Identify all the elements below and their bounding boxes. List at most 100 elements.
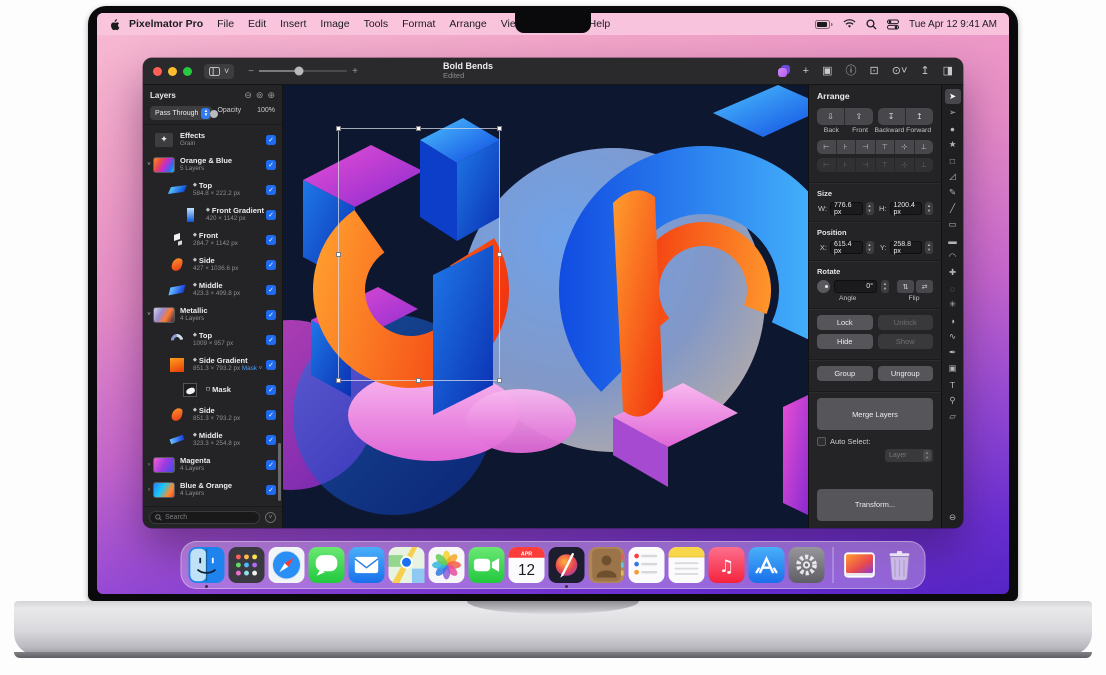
align-bottom-icon[interactable]: ⊥ [915, 140, 934, 154]
flip-vertical-button[interactable]: ⇅ [897, 280, 914, 293]
wifi-icon[interactable] [843, 19, 856, 29]
selection-handle[interactable] [336, 126, 341, 131]
y-field[interactable]: 258.8 px [889, 241, 922, 255]
zoom-knob[interactable] [294, 66, 304, 76]
minimize-button[interactable] [168, 66, 177, 76]
dock-icon-notes[interactable] [668, 547, 705, 583]
menu-item-edit[interactable]: Edit [248, 18, 266, 30]
more-options-icon[interactable]: ⊙˅ [892, 65, 908, 77]
layer-row-front-gradient[interactable]: ◆ Front Gradient 420 × 1142 px ✓ [143, 202, 282, 227]
dock-icon-photos[interactable] [428, 547, 465, 583]
add-button[interactable]: + [803, 65, 809, 77]
close-button[interactable] [153, 66, 162, 76]
bring-forward-button[interactable]: ↥ [906, 108, 933, 125]
smudge-tool-icon[interactable]: ∿ [945, 329, 961, 344]
auto-select-checkbox[interactable] [817, 437, 826, 447]
battery-icon[interactable] [814, 19, 833, 29]
dock-icon-messages[interactable] [308, 547, 345, 583]
layer-visibility-checkbox[interactable]: ✓ [266, 159, 276, 170]
remove-layer-icon[interactable]: ⊖ [244, 90, 252, 101]
crop-tool-icon[interactable]: ▱ [945, 409, 961, 424]
view-options-button[interactable]: ˅ [204, 63, 235, 79]
dock-icon-reminders[interactable] [628, 547, 665, 583]
add-layer-icon[interactable]: ⊕ [267, 90, 275, 101]
zoom-out-icon[interactable]: − [248, 66, 254, 77]
shapes-tool-icon[interactable]: ★ [945, 137, 961, 152]
dock-icon-mail[interactable] [348, 547, 385, 583]
disclosure-chevron-icon[interactable]: › [145, 487, 153, 493]
dock-icon-music[interactable]: ♫ [708, 547, 745, 583]
selection-bounds[interactable] [336, 126, 502, 383]
layer-row-top[interactable]: ◆ Top 1009 × 957 px ✓ [143, 327, 282, 352]
layer-visibility-checkbox[interactable]: ✓ [266, 184, 276, 195]
flip-horizontal-button[interactable]: ⇄ [916, 280, 933, 293]
ungroup-button[interactable]: Ungroup [877, 366, 933, 381]
layer-row-middle[interactable]: ◆ Middle 323.3 × 254.8 px ✓ [143, 427, 282, 452]
quick-select-tool-icon[interactable]: ● [945, 121, 961, 136]
layer-visibility-checkbox[interactable]: ✓ [266, 434, 276, 445]
erase-tool-icon[interactable]: ▬ [945, 233, 961, 248]
disclosure-chevron-icon[interactable]: ˅ [145, 312, 153, 318]
selection-handle[interactable] [336, 251, 341, 257]
menu-item-format[interactable]: Format [402, 18, 435, 30]
dock-icon-launchpad[interactable] [228, 547, 265, 583]
transform-button[interactable]: Transform... [817, 488, 933, 521]
color-well-icon[interactable] [777, 65, 790, 77]
select-arrow-tool-icon[interactable]: ➢ [945, 105, 961, 120]
dodge-tool-icon[interactable]: ◑ [945, 313, 961, 328]
type-tool-icon[interactable]: T [945, 377, 961, 392]
selection-handle[interactable] [416, 126, 421, 131]
menu-item-file[interactable]: File [217, 18, 234, 30]
angle-stepper[interactable]: ▲ ▼ [881, 280, 889, 293]
width-field[interactable]: 776.6 px [830, 202, 863, 216]
layer-row-metallic[interactable]: ˅ Metallic 4 Layers ✓ [143, 302, 282, 327]
menu-app-name[interactable]: Pixelmator Pro [129, 18, 203, 30]
layer-row-middle[interactable]: ◆ Middle 423.3 × 499.8 px ✓ [143, 277, 282, 302]
dock-icon-trash[interactable] [882, 547, 918, 583]
layer-row-side-gradient[interactable]: ◆ Side Gradient 851.3 × 793.2 px Mask ˅ ✓ [143, 352, 282, 377]
layer-row-front[interactable]: ◆ Front 284.7 × 1142 px ✓ [143, 227, 282, 252]
layer-visibility-checkbox[interactable]: ✓ [266, 284, 276, 295]
selection-handle[interactable] [416, 378, 421, 383]
disclosure-chevron-icon[interactable]: ˅ [145, 162, 153, 168]
menu-item-insert[interactable]: Insert [280, 18, 306, 30]
sidebar-toggle-icon[interactable]: ◨ [943, 65, 953, 77]
zoom-in-icon[interactable]: + [352, 66, 358, 77]
y-stepper[interactable]: ▲ ▼ [925, 241, 933, 254]
share-icon[interactable]: ↥ [920, 65, 929, 77]
duplicate-tool-icon[interactable]: ▣ [945, 361, 961, 376]
selection-handle[interactable] [336, 378, 341, 383]
lock-button[interactable]: Lock [817, 315, 873, 330]
crop-icon[interactable]: ⊡ [870, 65, 879, 77]
align-top-icon[interactable]: ⊤ [876, 140, 895, 154]
menu-item-arrange[interactable]: Arrange [449, 18, 486, 30]
layer-row-blue-orange[interactable]: › Blue & Orange 4 Layers ✓ [143, 477, 282, 502]
menu-clock[interactable]: Tue Apr 12 9:41 AM [909, 19, 997, 30]
align-right-icon[interactable]: ⊣ [856, 140, 876, 154]
disclosure-chevron-icon[interactable]: › [145, 462, 153, 468]
paint-tool-icon[interactable]: ✎ [945, 185, 961, 200]
angle-field[interactable]: 0° [834, 280, 877, 293]
layer-visibility-checkbox[interactable]: ✓ [266, 259, 276, 270]
layer-row-side[interactable]: ◆ Side 427 × 1036.6 px ✓ [143, 252, 282, 277]
dock-icon-facetime[interactable] [468, 547, 505, 583]
layer-row-top[interactable]: ◆ Top 584.8 × 222.2 px ✓ [143, 177, 282, 202]
layer-filter-icon[interactable]: ˅ [265, 512, 276, 523]
selection-handle[interactable] [497, 378, 502, 383]
auto-select-dropdown[interactable]: Layer ▲ ▼ [885, 449, 933, 463]
collapse-tools-icon[interactable]: ⊖ [945, 510, 961, 525]
menu-item-image[interactable]: Image [320, 18, 349, 30]
layer-visibility-checkbox[interactable]: ✓ [266, 134, 276, 145]
layer-visibility-checkbox[interactable]: ✓ [266, 309, 276, 320]
layer-visibility-checkbox[interactable]: ✓ [266, 234, 276, 245]
height-field[interactable]: 1200.4 px [889, 202, 922, 216]
opacity-knob[interactable] [210, 110, 219, 118]
sharpen-tool-icon[interactable]: ✳ [945, 297, 961, 312]
layer-settings-icon[interactable]: ⊚ [256, 90, 264, 101]
layer-row-mask[interactable]: ◻ Mask ✓ [143, 377, 282, 402]
line-tool-icon[interactable]: ╱ [945, 201, 961, 216]
layer-row-side[interactable]: ◆ Side 851.3 × 793.2 px ✓ [143, 402, 282, 427]
arrange-tool-icon[interactable]: ➤ [944, 89, 961, 104]
fullscreen-button[interactable] [183, 66, 192, 76]
unlock-button[interactable]: Unlock [877, 315, 933, 330]
